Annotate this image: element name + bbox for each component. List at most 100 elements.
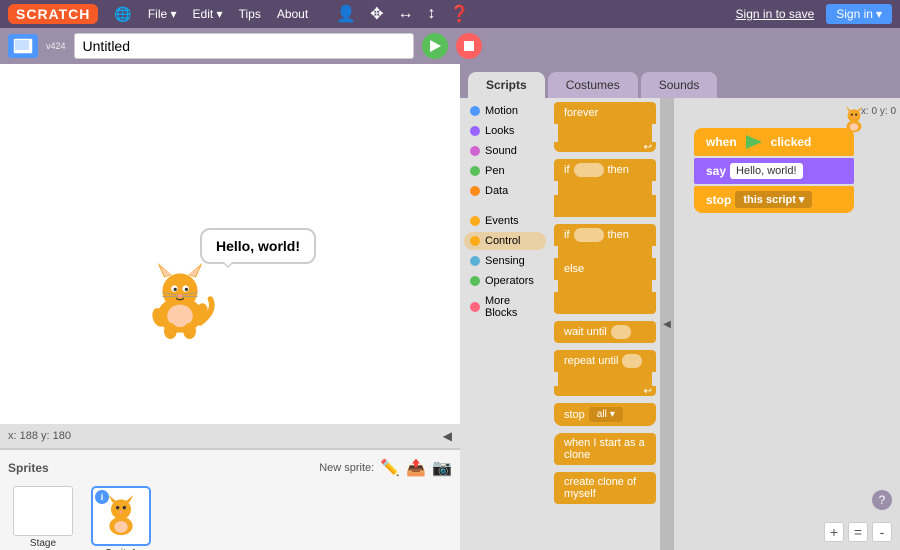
stage-item[interactable]: Stage 1 backdrop (8, 486, 78, 550)
stop-button[interactable] (456, 33, 482, 59)
cat-data[interactable]: Data (464, 182, 546, 200)
cat-pen[interactable]: Pen (464, 162, 546, 180)
forever-block[interactable]: forever (554, 102, 656, 124)
cat-pen-dot (470, 166, 480, 176)
zoom-out-button[interactable]: - (872, 522, 892, 542)
if-then-block[interactable]: if then (554, 159, 656, 181)
cat-operators[interactable]: Operators (464, 272, 546, 290)
stop-arrow: ▾ (799, 193, 805, 206)
menu-edit[interactable]: Edit ▾ (185, 3, 231, 25)
zoom-reset-button[interactable]: = (848, 522, 868, 542)
tool-move[interactable]: ✥ (370, 4, 383, 24)
sign-in-button[interactable]: Sign in ▾ (826, 4, 892, 24)
cat-more-blocks[interactable]: More Blocks (464, 292, 546, 322)
wait-condition-slot (611, 325, 631, 339)
tabs-bar: Scripts Costumes Sounds (460, 64, 900, 98)
stop-all-block[interactable]: stop all ▾ (554, 403, 656, 426)
scratch-logo[interactable]: SCRATCH (8, 4, 98, 24)
palette-divider[interactable]: ◀ (660, 98, 674, 550)
if-else-block[interactable]: if then (554, 224, 656, 246)
stage-area: Hello, world! (0, 64, 460, 550)
cat-sensing-dot (470, 256, 480, 266)
sprites-list: Stage 1 backdrop i (8, 486, 452, 550)
repeat-until-block[interactable]: repeat until (554, 350, 656, 372)
stop-value-dropdown[interactable]: this script ▾ (735, 191, 812, 208)
repeat-until-label: repeat until (564, 355, 618, 367)
cat-sound-label: Sound (485, 145, 517, 157)
create-clone-block[interactable]: create clone of myself (554, 472, 656, 504)
stop-value: this script (743, 194, 796, 206)
cat-sound[interactable]: Sound (464, 142, 546, 160)
stop-block[interactable]: stop this script ▾ (694, 186, 854, 213)
menu-tips[interactable]: Tips (231, 3, 269, 25)
category-list: Motion Looks Sound Pen (460, 98, 550, 550)
sign-in-save[interactable]: Sign in to save (736, 7, 815, 21)
sprites-label: Sprites (8, 461, 49, 475)
when-clicked-hat[interactable]: when clicked (694, 128, 854, 156)
script-workspace[interactable]: when clicked say Hello, world! stop (674, 98, 900, 550)
forever-block-wrap: forever ↩ (554, 102, 656, 152)
wait-until-block[interactable]: wait until (554, 321, 656, 343)
stage-thumb (13, 486, 73, 536)
forever-arrow: ↩ (644, 142, 652, 153)
cat-pen-label: Pen (485, 165, 505, 177)
tab-costumes[interactable]: Costumes (548, 72, 638, 98)
upload-sprite-button[interactable]: 📤 (406, 458, 426, 478)
cat-looks[interactable]: Looks (464, 122, 546, 140)
paint-sprite-button[interactable]: ✏️ (380, 458, 400, 478)
coords-display: x: 188 y: 180 (8, 430, 71, 442)
else-block[interactable]: else (554, 258, 656, 280)
cat-control[interactable]: Control (464, 232, 546, 250)
cat-motion-dot (470, 106, 480, 116)
zoom-in-button[interactable]: + (824, 522, 844, 542)
menu-about[interactable]: About (269, 3, 316, 25)
cat-sound-dot (470, 146, 480, 156)
if2-label: if (564, 229, 570, 241)
say-block[interactable]: say Hello, world! (694, 158, 854, 184)
cat-control-dot (470, 236, 480, 246)
sprite-info-badge: i (95, 490, 109, 504)
cat-sensing-label: Sensing (485, 255, 525, 267)
tool-person[interactable]: 👤 (336, 4, 356, 24)
then-label: then (608, 164, 629, 176)
repeat-condition-slot (622, 354, 642, 368)
sprites-header: Sprites New sprite: ✏️ 📤 📷 (8, 458, 452, 478)
create-clone-label: create clone of myself (564, 476, 646, 500)
cat-more-blocks-label: More Blocks (485, 295, 540, 319)
sprites-panel: Sprites New sprite: ✏️ 📤 📷 Stage 1 backd… (0, 448, 460, 550)
if-else-block-wrap: if then else (554, 224, 656, 314)
titlebar: v424 (0, 28, 900, 64)
green-flag-button[interactable] (422, 33, 448, 59)
sprite1-thumb: i (91, 486, 151, 546)
stop-label: stop (706, 193, 731, 207)
tool-resize-v[interactable]: ↕ (428, 5, 436, 23)
stop-dropdown[interactable]: all ▾ (589, 407, 623, 422)
cat-events[interactable]: Events (464, 212, 546, 230)
else-label: else (564, 263, 584, 275)
menu-file[interactable]: File ▾ (140, 3, 185, 25)
new-sprite-area: New sprite: ✏️ 📤 📷 (319, 458, 452, 478)
tool-resize-h[interactable]: ↔ (398, 5, 414, 23)
globe-icon[interactable]: 🌐 (106, 2, 139, 27)
clone-start-block[interactable]: when I start as a clone (554, 433, 656, 465)
tab-sounds[interactable]: Sounds (641, 72, 718, 98)
collapse-arrow[interactable]: ◀ (443, 429, 452, 443)
tab-scripts[interactable]: Scripts (468, 72, 545, 98)
camera-sprite-button[interactable]: 📷 (432, 458, 452, 478)
help-button[interactable]: ? (872, 490, 892, 510)
say-label: say (706, 164, 726, 178)
cat-looks-label: Looks (485, 125, 514, 137)
say-value[interactable]: Hello, world! (730, 163, 803, 179)
cat-motion[interactable]: Motion (464, 102, 546, 120)
xy-display: x: 0 y: 0 (861, 106, 896, 117)
flag-icon-ws (744, 134, 764, 150)
repeat-arrow: ↩ (644, 386, 652, 397)
if2-condition-slot (574, 228, 604, 242)
wait-until-label: wait until (564, 326, 607, 338)
new-sprite-label: New sprite: (319, 462, 374, 474)
cat-sensing[interactable]: Sensing (464, 252, 546, 270)
sprite1-item[interactable]: i Sprite1 (86, 486, 156, 550)
project-title-input[interactable] (74, 33, 414, 59)
tool-help[interactable]: ❓ (450, 4, 470, 24)
cat-events-label: Events (485, 215, 519, 227)
